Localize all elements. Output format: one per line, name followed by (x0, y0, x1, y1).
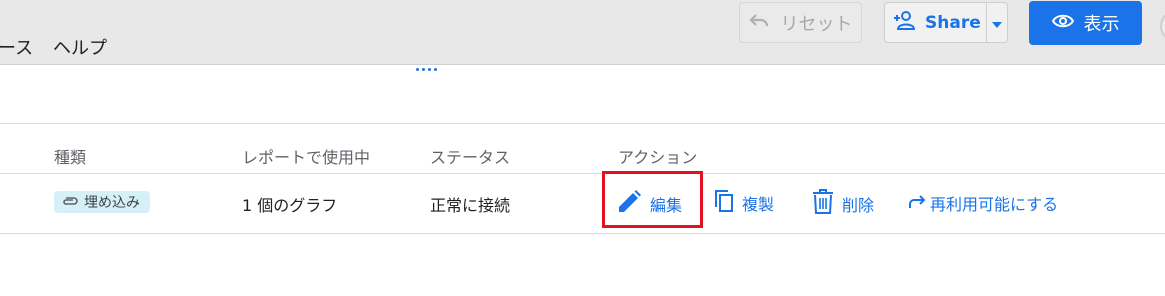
make-reusable-label: 再利用可能にする (930, 195, 1059, 214)
make-reusable-action[interactable]: 再利用可能にする (908, 191, 1058, 215)
avatar[interactable] (1160, 10, 1165, 42)
share-label: Share (925, 12, 981, 33)
used-in-report-value: 1 個のグラフ (242, 196, 338, 215)
paperclip-icon (62, 194, 78, 210)
add-person-icon (893, 10, 917, 35)
panel-resize-handle[interactable] (416, 68, 437, 71)
menu-item-resource[interactable]: ース (0, 34, 33, 60)
delete-action[interactable]: 削除 (812, 189, 874, 219)
forward-arrow-icon (908, 194, 926, 213)
undo-icon (748, 12, 769, 33)
share-button[interactable]: Share (884, 2, 1008, 43)
column-header-status: ステータス (430, 148, 511, 167)
menu-item-help[interactable]: ヘルプ (53, 34, 107, 60)
share-dropdown-button[interactable] (985, 3, 1007, 42)
copy-label: 複製 (742, 195, 775, 214)
divider (0, 233, 1165, 234)
edit-action-highlight (602, 171, 703, 228)
divider (0, 123, 1165, 124)
column-header-type: 種類 (54, 148, 87, 167)
column-header-actions: アクション (618, 148, 698, 167)
view-button[interactable]: 表示 (1029, 1, 1142, 45)
type-chip-embedded: 埋め込み (54, 191, 150, 213)
status-value: 正常に接続 (430, 196, 511, 215)
divider (0, 173, 1165, 174)
column-header-used-in-report: レポートで使用中 (242, 148, 371, 167)
top-toolbar: ース ヘルプ リセット Share 表示 (0, 0, 1165, 65)
caret-down-icon (991, 13, 1002, 32)
reset-button[interactable]: リセット (739, 2, 862, 43)
trash-icon (812, 189, 834, 219)
share-main-button[interactable]: Share (885, 3, 986, 42)
view-label: 表示 (1083, 14, 1120, 35)
copy-icon (714, 189, 734, 217)
delete-label: 削除 (842, 196, 875, 215)
type-chip-label: 埋め込み (84, 195, 140, 211)
copy-action[interactable]: 複製 (714, 189, 774, 217)
reset-label: リセット (780, 13, 853, 35)
eye-icon (1051, 13, 1074, 34)
